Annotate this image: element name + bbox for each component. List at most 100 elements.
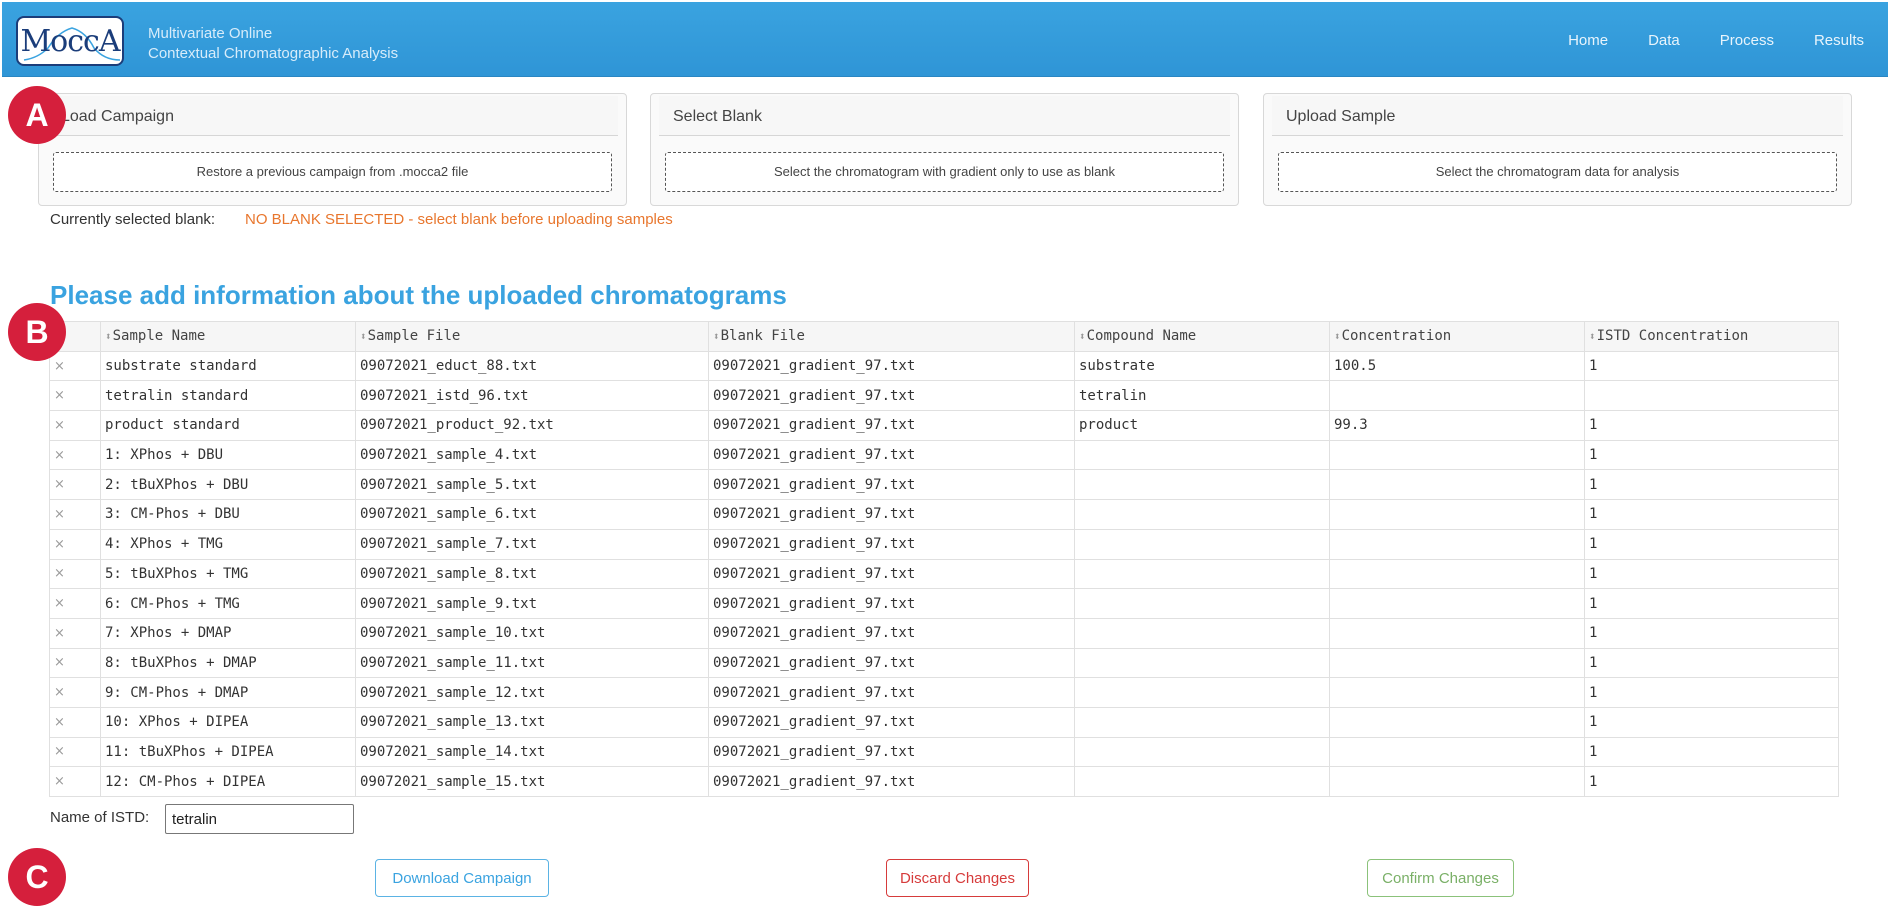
cell-sample-name[interactable]: 4: XPhos + TMG: [100, 528, 356, 560]
cell-sample-name[interactable]: 1: XPhos + DBU: [100, 439, 356, 471]
cell-sample-name[interactable]: 12: CM-Phos + DIPEA: [100, 766, 356, 797]
cell-sample-file[interactable]: 09072021_sample_5.txt: [355, 469, 709, 501]
cell-blank-file[interactable]: 09072021_gradient_97.txt: [708, 499, 1075, 530]
column-header-compound-name[interactable]: ⬍Compound Name: [1074, 321, 1330, 352]
cell-blank-file[interactable]: 09072021_gradient_97.txt: [708, 766, 1075, 797]
delete-row-icon[interactable]: ×: [49, 558, 101, 590]
delete-row-icon[interactable]: ×: [49, 410, 101, 441]
cell-concentration[interactable]: [1329, 558, 1585, 590]
mocca-logo[interactable]: MoccA: [16, 16, 124, 66]
delete-row-icon[interactable]: ×: [49, 766, 101, 797]
cell-blank-file[interactable]: 09072021_gradient_97.txt: [708, 677, 1075, 708]
cell-istd-concentration[interactable]: 1: [1584, 736, 1839, 768]
cell-blank-file[interactable]: 09072021_gradient_97.txt: [708, 706, 1075, 738]
delete-row-icon[interactable]: ×: [49, 350, 101, 382]
column-header-istd-concentration[interactable]: ⬍ISTD Concentration: [1584, 321, 1839, 352]
cell-sample-name[interactable]: 7: XPhos + DMAP: [100, 617, 356, 649]
cell-compound-name[interactable]: tetralin: [1074, 380, 1330, 412]
cell-blank-file[interactable]: 09072021_gradient_97.txt: [708, 617, 1075, 649]
cell-concentration[interactable]: [1329, 736, 1585, 768]
cell-sample-file[interactable]: 09072021_product_92.txt: [355, 410, 709, 441]
cell-concentration[interactable]: [1329, 588, 1585, 619]
cell-compound-name[interactable]: [1074, 499, 1330, 530]
cell-blank-file[interactable]: 09072021_gradient_97.txt: [708, 558, 1075, 590]
cell-compound-name[interactable]: substrate: [1074, 350, 1330, 382]
cell-istd-concentration[interactable]: 1: [1584, 647, 1839, 679]
upload-sample-dropzone[interactable]: Select the chromatogram data for analysi…: [1278, 152, 1837, 192]
cell-sample-name[interactable]: 9: CM-Phos + DMAP: [100, 677, 356, 708]
nav-data[interactable]: Data: [1648, 32, 1680, 49]
cell-istd-concentration[interactable]: 1: [1584, 617, 1839, 649]
cell-blank-file[interactable]: 09072021_gradient_97.txt: [708, 736, 1075, 768]
cell-sample-file[interactable]: 09072021_sample_12.txt: [355, 677, 709, 708]
cell-blank-file[interactable]: 09072021_gradient_97.txt: [708, 469, 1075, 501]
cell-compound-name[interactable]: [1074, 617, 1330, 649]
delete-row-icon[interactable]: ×: [49, 439, 101, 471]
cell-istd-concentration[interactable]: 1: [1584, 706, 1839, 738]
cell-concentration[interactable]: [1329, 469, 1585, 501]
cell-istd-concentration[interactable]: 1: [1584, 528, 1839, 560]
cell-blank-file[interactable]: 09072021_gradient_97.txt: [708, 588, 1075, 619]
delete-row-icon[interactable]: ×: [49, 617, 101, 649]
cell-compound-name[interactable]: [1074, 766, 1330, 797]
cell-istd-concentration[interactable]: [1584, 380, 1839, 412]
cell-istd-concentration[interactable]: 1: [1584, 766, 1839, 797]
cell-compound-name[interactable]: [1074, 558, 1330, 590]
cell-compound-name[interactable]: [1074, 677, 1330, 708]
cell-blank-file[interactable]: 09072021_gradient_97.txt: [708, 350, 1075, 382]
cell-istd-concentration[interactable]: 1: [1584, 350, 1839, 382]
cell-sample-name[interactable]: tetralin standard: [100, 380, 356, 412]
cell-concentration[interactable]: 99.3: [1329, 410, 1585, 441]
cell-concentration[interactable]: [1329, 677, 1585, 708]
nav-process[interactable]: Process: [1720, 32, 1774, 49]
cell-sample-name[interactable]: substrate standard: [100, 350, 356, 382]
cell-concentration[interactable]: [1329, 647, 1585, 679]
cell-istd-concentration[interactable]: 1: [1584, 410, 1839, 441]
delete-row-icon[interactable]: ×: [49, 528, 101, 560]
delete-row-icon[interactable]: ×: [49, 706, 101, 738]
download-campaign-button[interactable]: Download Campaign: [375, 859, 549, 897]
cell-compound-name[interactable]: [1074, 706, 1330, 738]
istd-name-input[interactable]: [165, 804, 354, 834]
delete-row-icon[interactable]: ×: [49, 588, 101, 619]
confirm-changes-button[interactable]: Confirm Changes: [1367, 859, 1514, 897]
cell-compound-name[interactable]: [1074, 469, 1330, 501]
nav-results[interactable]: Results: [1814, 32, 1864, 49]
cell-sample-name[interactable]: product standard: [100, 410, 356, 441]
cell-sample-file[interactable]: 09072021_sample_9.txt: [355, 588, 709, 619]
cell-sample-name[interactable]: 11: tBuXPhos + DIPEA: [100, 736, 356, 768]
cell-istd-concentration[interactable]: 1: [1584, 439, 1839, 471]
cell-blank-file[interactable]: 09072021_gradient_97.txt: [708, 410, 1075, 441]
delete-row-icon[interactable]: ×: [49, 499, 101, 530]
column-header-blank-file[interactable]: ⬍Blank File: [708, 321, 1075, 352]
cell-sample-name[interactable]: 6: CM-Phos + TMG: [100, 588, 356, 619]
cell-blank-file[interactable]: 09072021_gradient_97.txt: [708, 528, 1075, 560]
cell-concentration[interactable]: [1329, 706, 1585, 738]
load-campaign-dropzone[interactable]: Restore a previous campaign from .mocca2…: [53, 152, 612, 192]
cell-blank-file[interactable]: 09072021_gradient_97.txt: [708, 380, 1075, 412]
cell-istd-concentration[interactable]: 1: [1584, 499, 1839, 530]
cell-sample-file[interactable]: 09072021_sample_13.txt: [355, 706, 709, 738]
discard-changes-button[interactable]: Discard Changes: [886, 859, 1029, 897]
cell-concentration[interactable]: [1329, 380, 1585, 412]
cell-sample-file[interactable]: 09072021_sample_7.txt: [355, 528, 709, 560]
cell-sample-file[interactable]: 09072021_istd_96.txt: [355, 380, 709, 412]
delete-row-icon[interactable]: ×: [49, 469, 101, 501]
cell-blank-file[interactable]: 09072021_gradient_97.txt: [708, 439, 1075, 471]
cell-sample-file[interactable]: 09072021_educt_88.txt: [355, 350, 709, 382]
cell-compound-name[interactable]: [1074, 528, 1330, 560]
cell-concentration[interactable]: 100.5: [1329, 350, 1585, 382]
cell-concentration[interactable]: [1329, 766, 1585, 797]
cell-sample-file[interactable]: 09072021_sample_10.txt: [355, 617, 709, 649]
cell-concentration[interactable]: [1329, 617, 1585, 649]
select-blank-dropzone[interactable]: Select the chromatogram with gradient on…: [665, 152, 1224, 192]
cell-istd-concentration[interactable]: 1: [1584, 558, 1839, 590]
cell-istd-concentration[interactable]: 1: [1584, 469, 1839, 501]
cell-sample-file[interactable]: 09072021_sample_6.txt: [355, 499, 709, 530]
cell-concentration[interactable]: [1329, 528, 1585, 560]
nav-home[interactable]: Home: [1568, 32, 1608, 49]
cell-sample-file[interactable]: 09072021_sample_11.txt: [355, 647, 709, 679]
delete-row-icon[interactable]: ×: [49, 380, 101, 412]
column-header-sample-name[interactable]: ⬍Sample Name: [100, 321, 356, 352]
cell-compound-name[interactable]: [1074, 439, 1330, 471]
